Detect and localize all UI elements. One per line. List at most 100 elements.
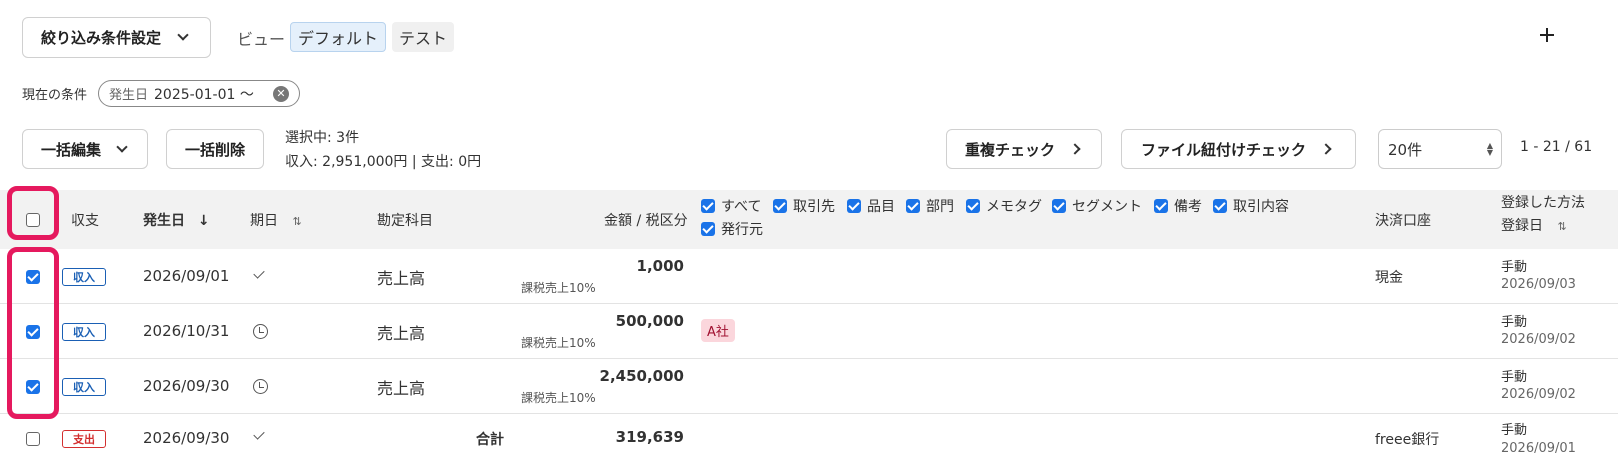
row-amount-wrap: 2,450,000 xyxy=(500,367,684,387)
tag-filter-partner[interactable]: 取引先 xyxy=(773,196,835,216)
selection-summary: 収入: 2,951,000円 | 支出: 0円 xyxy=(285,154,482,170)
condition-chip-label: 発生日 xyxy=(109,88,149,103)
row-amount-wrap: 319,639 xyxy=(500,428,684,448)
row-method: 手動 xyxy=(1501,423,1528,438)
col-amount: 金額 / 税区分 xyxy=(604,213,688,229)
chevron-down-icon xyxy=(116,140,128,153)
row-checkbox[interactable] xyxy=(26,432,40,446)
condition-chip-value: 2025-01-01 〜 xyxy=(154,86,254,103)
row-method: 手動 xyxy=(1501,315,1528,330)
tag-filter-issuer-label: 発行元 xyxy=(721,222,763,238)
check-icon xyxy=(253,267,265,279)
row-registered: 2026/09/02 xyxy=(1501,387,1576,402)
view-tab-default-label: デフォルト xyxy=(298,29,379,48)
row-method: 手動 xyxy=(1501,370,1528,385)
row-tax: 課税売上10% xyxy=(521,281,596,295)
row-amount: 1,000 xyxy=(636,257,684,275)
tag-filter-segment[interactable]: セグメント xyxy=(1052,196,1142,216)
col-method: 登録した方法 xyxy=(1501,195,1585,211)
col-date[interactable]: 発生日 ↓ xyxy=(143,210,210,230)
tag-filter-all[interactable]: すべて xyxy=(701,196,761,216)
tag-filter-description-label: 取引内容 xyxy=(1233,199,1289,215)
income-badge: 収入 xyxy=(62,378,106,396)
tag-filter-note-label: 備考 xyxy=(1174,199,1202,215)
row-amount: 319,639 xyxy=(615,428,684,446)
view-tab-test-label: テスト xyxy=(399,29,448,48)
per-page-value: 20件 xyxy=(1388,140,1423,159)
bulk-delete-button[interactable]: 一括削除 xyxy=(166,129,264,169)
table-row[interactable]: 収入 2026/09/30 売上高 2,450,000 課税売上10% 手動 2… xyxy=(0,359,1618,414)
row-account: 売上高 xyxy=(377,269,426,288)
checkbox-icon xyxy=(773,199,787,213)
tag-filter-segment-label: セグメント xyxy=(1072,199,1142,215)
row-registered: 2026/09/02 xyxy=(1501,332,1576,347)
row-registered: 2026/09/01 xyxy=(1501,441,1576,456)
col-wallet: 決済口座 xyxy=(1375,213,1431,229)
expense-badge: 支出 xyxy=(62,430,106,448)
tag-filter-item[interactable]: 品目 xyxy=(847,196,895,216)
income-badge: 収入 xyxy=(62,323,106,341)
bulk-edit-button[interactable]: 一括編集 xyxy=(22,129,148,169)
row-amount-wrap: 500,000 xyxy=(500,312,684,332)
table-row[interactable]: 収入 2026/10/31 売上高 500,000 課税売上10% A社 手動 … xyxy=(0,304,1618,359)
tag-filter-note[interactable]: 備考 xyxy=(1154,196,1202,216)
view-tab-default[interactable]: デフォルト xyxy=(290,22,387,52)
highlight-selected-rows xyxy=(7,247,59,419)
col-due[interactable]: 期日 ⇅ xyxy=(250,210,302,230)
row-date: 2026/10/31 xyxy=(143,322,230,340)
row-date: 2026/09/01 xyxy=(143,267,230,285)
row-amount: 500,000 xyxy=(615,312,684,330)
tag-filter-partner-label: 取引先 xyxy=(793,199,835,215)
tag-filter-item-label: 品目 xyxy=(867,199,895,215)
partner-tag[interactable]: A社 xyxy=(701,319,735,342)
col-due-label: 期日 xyxy=(250,213,278,229)
bulk-edit-label: 一括編集 xyxy=(41,140,102,159)
row-amount-wrap: 1,000 xyxy=(500,257,684,277)
row-registered: 2026/09/03 xyxy=(1501,277,1576,292)
highlight-select-all xyxy=(7,186,59,240)
tag-filter-memo[interactable]: メモタグ xyxy=(966,196,1042,216)
row-wallet: freee銀行 xyxy=(1375,432,1440,448)
close-icon[interactable]: ✕ xyxy=(273,86,289,102)
row-tax: 課税売上10% xyxy=(521,336,596,350)
row-tax: 課税売上10% xyxy=(521,391,596,405)
view-label: ビュー xyxy=(237,30,286,49)
sort-icon: ⇅ xyxy=(292,215,302,228)
chevron-down-icon xyxy=(177,29,189,41)
duplicate-check-button[interactable]: 重複チェック xyxy=(946,129,1102,169)
filter-settings-button[interactable]: 絞り込み条件設定 xyxy=(22,17,211,58)
checkbox-icon xyxy=(1052,199,1066,213)
col-registered[interactable]: 登録日 ⇅ xyxy=(1501,215,1567,235)
table-row[interactable]: 支出 2026/09/30 合計 319,639 freee銀行 手動 2026… xyxy=(0,414,1618,462)
sort-icon: ⇅ xyxy=(1557,220,1567,233)
duplicate-check-label: 重複チェック xyxy=(965,140,1056,159)
table-row[interactable]: 収入 2026/09/01 売上高 1,000 課税売上10% 現金 手動 20… xyxy=(0,249,1618,304)
row-method: 手動 xyxy=(1501,260,1528,275)
row-account: 売上高 xyxy=(377,379,426,398)
row-amount: 2,450,000 xyxy=(599,367,684,385)
col-date-label: 発生日 xyxy=(143,213,185,229)
col-type: 収支 xyxy=(71,213,99,229)
checkbox-icon xyxy=(966,199,980,213)
view-tab-test[interactable]: テスト xyxy=(392,22,455,52)
chevron-right-icon xyxy=(1069,143,1081,155)
clock-icon xyxy=(253,324,268,339)
plus-icon[interactable] xyxy=(1538,26,1556,44)
filter-settings-label: 絞り込み条件設定 xyxy=(41,29,162,47)
condition-chip[interactable]: 発生日 2025-01-01 〜 ✕ xyxy=(98,80,300,107)
checkbox-icon xyxy=(701,222,715,236)
row-wallet: 現金 xyxy=(1375,270,1403,286)
tag-filter-section[interactable]: 部門 xyxy=(906,196,954,216)
pagination-range: 1 - 21 / 61 xyxy=(1520,139,1593,155)
table-header: 収支 発生日 ↓ 期日 ⇅ 勘定科目 金額 / 税区分 すべて 取引先 品目 部… xyxy=(0,190,1618,249)
clock-icon xyxy=(253,379,268,394)
row-account: 売上高 xyxy=(377,324,426,343)
row-date: 2026/09/30 xyxy=(143,429,230,447)
checkbox-icon xyxy=(1154,199,1168,213)
tag-filter-issuer[interactable]: 発行元 xyxy=(701,219,763,239)
file-link-check-button[interactable]: ファイル紐付けチェック xyxy=(1121,129,1356,169)
chevron-right-icon xyxy=(1320,143,1332,155)
tag-filter-description[interactable]: 取引内容 xyxy=(1213,196,1289,216)
current-conditions-label: 現在の条件 xyxy=(22,88,88,103)
per-page-select[interactable]: 20件 ▲ ▼ xyxy=(1378,129,1502,169)
